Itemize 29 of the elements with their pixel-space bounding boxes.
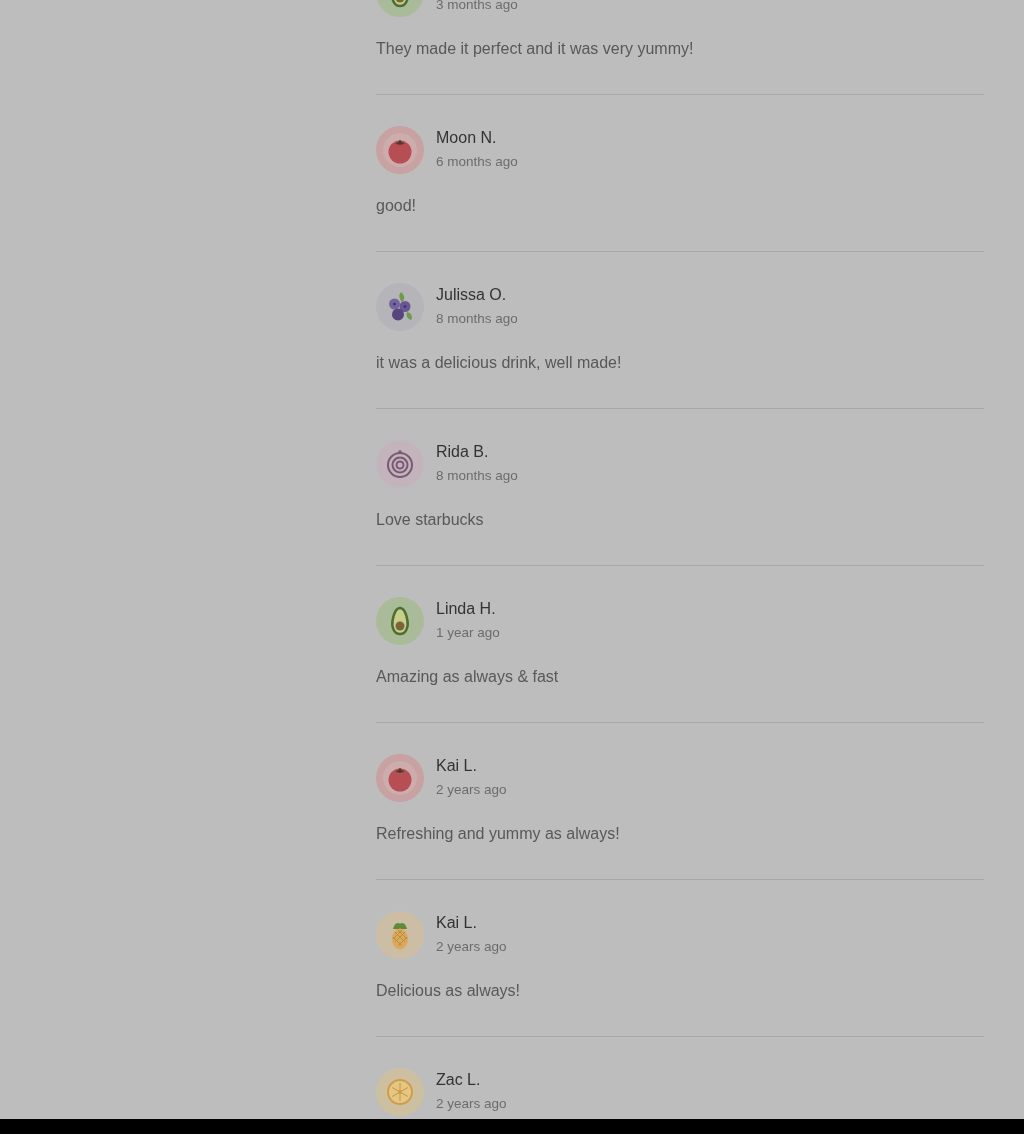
reviewer-name: Julissa O. bbox=[436, 285, 508, 305]
reviewer-name: Kai L. bbox=[436, 756, 478, 776]
review-text: Delicious as always! bbox=[376, 981, 522, 1001]
blueberries-icon bbox=[376, 283, 424, 331]
review-text: Refreshing and yummy as always! bbox=[376, 824, 621, 844]
tomato-icon bbox=[376, 126, 424, 174]
tomato-icon bbox=[376, 754, 424, 802]
review-time: 2 years ago bbox=[436, 938, 507, 956]
review-time: 8 months ago bbox=[436, 310, 518, 328]
review-time: 2 years ago bbox=[436, 1095, 507, 1113]
review-text: Amazing as always & fast bbox=[376, 667, 560, 687]
reviewer-name: Moon N. bbox=[436, 128, 498, 148]
pineapple-icon bbox=[376, 911, 424, 959]
review-text: it was a delicious drink, well made! bbox=[376, 353, 623, 373]
review-time: 6 months ago bbox=[436, 153, 518, 171]
review-text: good! bbox=[376, 196, 418, 216]
onion-icon bbox=[376, 440, 424, 488]
reviewer-name: Linda H. bbox=[436, 599, 497, 619]
avocado-icon bbox=[376, 597, 424, 645]
review-text: They made it perfect and it was very yummy! bbox=[376, 39, 695, 59]
citrus-slice-icon bbox=[376, 1068, 424, 1116]
review-time: 3 months ago bbox=[436, 0, 518, 14]
review-time: 8 months ago bbox=[436, 467, 518, 485]
review-text: Love starbucks bbox=[376, 510, 485, 530]
review-time: 1 year ago bbox=[436, 624, 500, 642]
reviewer-name: Kai L. bbox=[436, 913, 478, 933]
reviewer-name: Rida B. bbox=[436, 442, 490, 462]
review-time: 2 years ago bbox=[436, 781, 507, 799]
reviewer-name: Zac L. bbox=[436, 1070, 482, 1090]
